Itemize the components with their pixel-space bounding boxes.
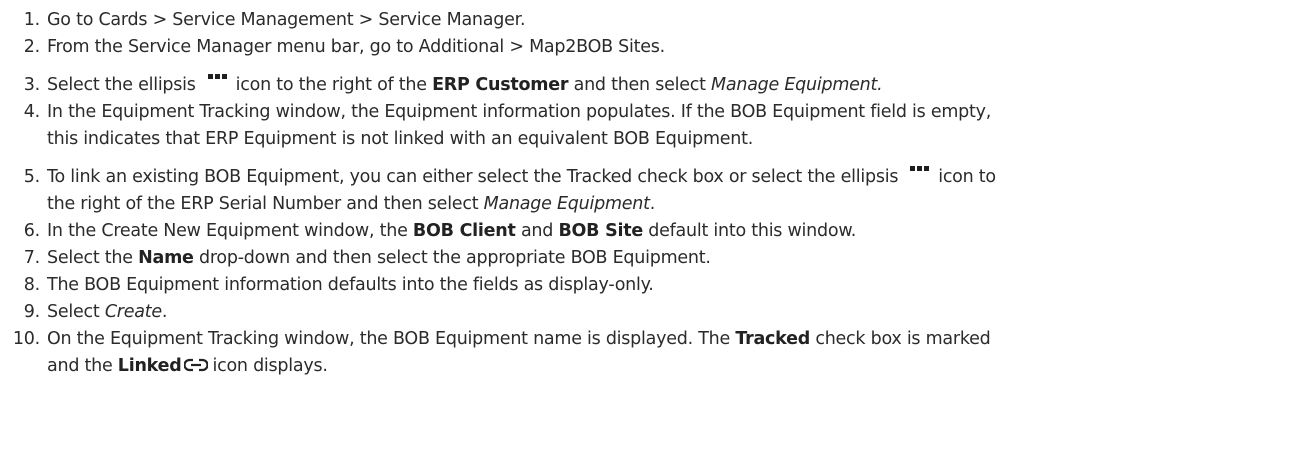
step-text-part: and the: [47, 356, 113, 376]
step-text: Go to Cards > Service Management > Servi…: [47, 10, 526, 30]
step-text: Select Create.: [47, 299, 1306, 326]
ui-term-manage-equipment: Manage Equipment.: [711, 75, 883, 95]
step-text-part: icon to: [938, 167, 996, 187]
step-text-line: In the Equipment Tracking window, the Eq…: [47, 102, 992, 122]
step-text-part: Select the: [47, 248, 133, 268]
step-text: Select the ellipsis icon to the right of …: [47, 72, 1306, 99]
ui-term-tracked: Tracked: [735, 329, 810, 349]
step-text: In the Equipment Tracking window, the Eq…: [47, 99, 1306, 153]
step-text-part: icon to the right of the: [235, 75, 427, 95]
step-text: From the Service Manager menu bar, go to…: [47, 37, 665, 57]
step-number: 6.: [23, 221, 40, 241]
step-text-part: the right of the ERP Serial Number and t…: [47, 194, 479, 214]
step-number: 4.: [23, 102, 40, 122]
step-text-part: drop-down and then select the appropriat…: [199, 248, 711, 268]
ui-term-bob-client: BOB Client: [412, 221, 516, 241]
step-text-part: icon displays.: [212, 356, 328, 376]
step-text-line: this indicates that ERP Equipment is not…: [47, 129, 754, 149]
step-text-part: Select the ellipsis: [47, 75, 196, 95]
step-number: 9.: [23, 302, 40, 322]
ui-term-manage-equipment: Manage Equipment: [483, 194, 650, 214]
step-number: 2.: [23, 37, 40, 57]
step-number: 10.: [12, 329, 40, 349]
step-text-part: On the Equipment Tracking window, the BO…: [47, 329, 731, 349]
step-text-part: and: [520, 221, 554, 241]
ui-term-erp-customer: ERP Customer: [432, 75, 569, 95]
step-number: 3.: [23, 75, 40, 95]
step-text: To link an existing BOB Equipment, you c…: [47, 164, 1306, 218]
step-text-part: default into this window.: [648, 221, 857, 241]
step-text: On the Equipment Tracking window, the BO…: [47, 326, 1306, 380]
step-text-part: To link an existing BOB Equipment, you c…: [47, 167, 899, 187]
step-text-part: .: [161, 302, 168, 322]
step-number: 1.: [23, 10, 40, 30]
step-text: The BOB Equipment information defaults i…: [47, 275, 654, 295]
ellipsis-icon: [908, 166, 930, 178]
step-number: 5.: [23, 167, 40, 187]
step-number: 8.: [23, 275, 40, 295]
ui-term-create: Create: [104, 302, 162, 322]
linked-chain-icon: [184, 358, 209, 372]
step-text-part: check box is marked: [815, 329, 991, 349]
step-text-part: .: [649, 194, 656, 214]
step-text-part: and then select: [573, 75, 706, 95]
ui-term-linked: Linked: [117, 356, 182, 376]
step-text-part: In the Create New Equipment window, the: [47, 221, 408, 241]
ellipsis-icon: [206, 74, 228, 86]
step-text: Select the Name drop-down and then selec…: [47, 245, 1306, 272]
step-text-part: Select: [47, 302, 100, 322]
step-text: In the Create New Equipment window, the …: [47, 218, 1306, 245]
step-number: 7.: [23, 248, 40, 268]
ui-term-name: Name: [138, 248, 194, 268]
ui-term-bob-site: BOB Site: [558, 221, 643, 241]
